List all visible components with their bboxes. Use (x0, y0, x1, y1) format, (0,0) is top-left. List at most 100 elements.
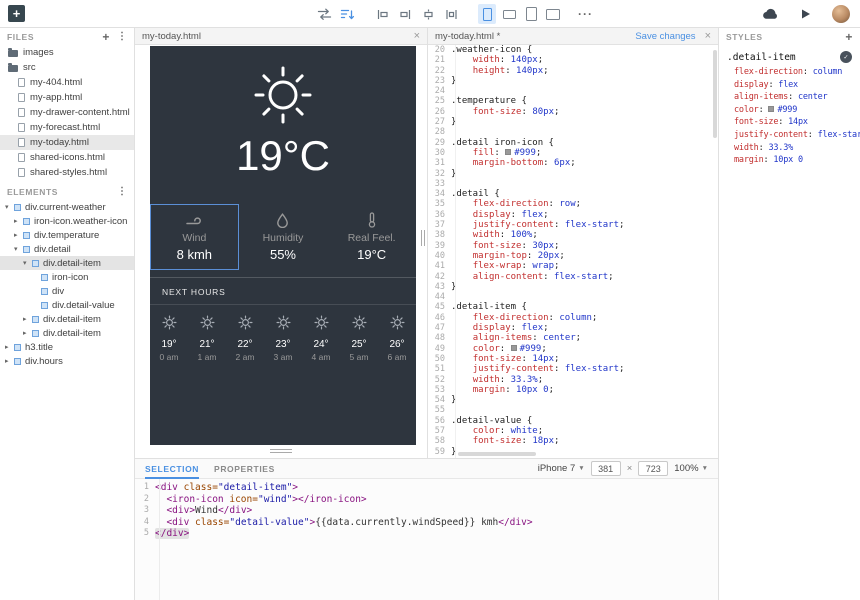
swap-elements-icon[interactable] (316, 4, 332, 24)
tab-properties[interactable]: PROPERTIES (214, 459, 275, 479)
code-line[interactable]: 3 <div>Wind</div> (135, 505, 718, 517)
style-property[interactable]: color: #999 (734, 104, 860, 117)
editor-tab-title[interactable]: my-today.html * (435, 31, 500, 42)
code-line[interactable]: 44 (428, 292, 718, 302)
viewport-height-input[interactable] (638, 461, 669, 476)
style-property[interactable]: width: 33.3% (734, 142, 860, 155)
code-line[interactable]: 37 justify-content: flex-start; (428, 220, 718, 230)
element-item[interactable]: div (0, 284, 134, 298)
code-line[interactable]: 36 display: flex; (428, 210, 718, 220)
style-selector-row[interactable]: .detail-item ✓ (719, 45, 860, 66)
elements-menu-icon[interactable]: ⋮ (117, 186, 127, 197)
save-changes-button[interactable]: Save changes (635, 31, 695, 42)
device-phone-portrait-icon[interactable] (478, 4, 496, 24)
code-line[interactable]: 45 .detail-item { (428, 302, 718, 312)
preview-detail-item[interactable]: Humidity 55% (239, 204, 328, 270)
preview-detail-item[interactable]: Wind 8 kmh (150, 204, 239, 270)
style-property[interactable]: align-items: center (734, 91, 860, 104)
element-item[interactable]: ▸ div.detail-item (0, 326, 134, 340)
css-editor[interactable]: 20 .weather-icon {21 width: 140px; 22 heig… (428, 45, 718, 458)
align-right-icon[interactable] (397, 4, 413, 24)
code-line[interactable]: 2 <iron-icon icon="wind"></iron-icon> (135, 494, 718, 506)
code-line[interactable]: 21 width: 140px; (428, 55, 718, 65)
element-item[interactable]: ▸ iron-icon.weather-icon (0, 214, 134, 228)
element-item[interactable]: ▸ div.detail-item (0, 312, 134, 326)
element-item[interactable]: ▾ div.current-weather (0, 200, 134, 214)
element-item[interactable]: ▸ h3.title (0, 340, 134, 354)
file-item[interactable]: my-app.html (0, 90, 134, 105)
reorder-icon[interactable] (339, 4, 355, 24)
cloud-sync-icon[interactable] (762, 4, 778, 24)
code-line[interactable]: 39 font-size: 30px; (428, 241, 718, 251)
code-line[interactable]: 35 flex-direction: row; (428, 199, 718, 209)
code-line[interactable]: 49 color: #999; (428, 344, 718, 354)
viewport-width-input[interactable] (590, 461, 621, 476)
style-property[interactable]: flex-direction: column (734, 66, 860, 79)
code-line[interactable]: 57 color: white; (428, 426, 718, 436)
code-line[interactable]: 29 .detail iron-icon { (428, 138, 718, 148)
code-line[interactable]: 53 margin: 10px 0; (428, 385, 718, 395)
element-item[interactable]: div.detail-value (0, 298, 134, 312)
style-property[interactable]: margin: 10px 0 (734, 154, 860, 167)
code-line[interactable]: 27} (428, 117, 718, 127)
style-property[interactable]: font-size: 14px (734, 116, 860, 129)
folder-item[interactable]: src (0, 60, 134, 75)
code-line[interactable]: 50 font-size: 14px; (428, 354, 718, 364)
device-select[interactable]: iPhone 7 ▼ (538, 463, 585, 474)
file-item[interactable]: my-today.html (0, 135, 134, 150)
code-line[interactable]: 4 <div class="detail-value">{{data.curre… (135, 517, 718, 529)
close-editor-icon[interactable]: × (705, 30, 711, 42)
code-line[interactable]: 1 <div class="detail-item"> (135, 482, 718, 494)
files-menu-icon[interactable]: ⋮ (117, 31, 127, 42)
code-line[interactable]: 48 align-items: center; (428, 333, 718, 343)
element-item[interactable]: ▾ div.detail-item (0, 256, 134, 270)
device-viewport[interactable]: 19°C Wind 8 kmh Humidity 55% Real Feel. 19°C … (150, 46, 416, 445)
device-tablet-portrait-icon[interactable] (522, 4, 540, 24)
code-line[interactable]: 58 font-size: 18px; (428, 436, 718, 446)
style-applied-check-icon[interactable]: ✓ (840, 51, 852, 63)
code-line[interactable]: 52 width: 33.3%; (428, 375, 718, 385)
code-line[interactable]: 30 fill: #999; (428, 148, 718, 158)
zoom-select[interactable]: 100% ▼ (674, 463, 708, 474)
more-options-icon[interactable]: ··· (578, 7, 593, 21)
code-line[interactable]: 20 .weather-icon { (428, 45, 718, 55)
device-phone-landscape-icon[interactable] (500, 4, 518, 24)
close-preview-icon[interactable]: × (414, 30, 420, 42)
code-line[interactable]: 34 .detail { (428, 189, 718, 199)
code-line[interactable]: 55 (428, 405, 718, 415)
file-item[interactable]: my-forecast.html (0, 120, 134, 135)
html-selection-editor[interactable]: 1 <div class="detail-item"> 2 <iron-icon i… (135, 479, 718, 600)
code-line[interactable]: 42 align-content: flex-start; (428, 272, 718, 282)
code-line[interactable]: 32} (428, 169, 718, 179)
code-line[interactable]: 33 (428, 179, 718, 189)
file-item[interactable]: my-drawer-content.html (0, 105, 134, 120)
tab-selection[interactable]: SELECTION (145, 459, 200, 479)
align-left-icon[interactable] (374, 4, 390, 24)
element-item[interactable]: ▾ div.detail (0, 242, 134, 256)
align-center-icon[interactable] (420, 4, 436, 24)
distribute-icon[interactable] (443, 4, 459, 24)
code-line[interactable]: 28 (428, 127, 718, 137)
file-item[interactable]: my-404.html (0, 75, 134, 90)
folder-item[interactable]: images (0, 45, 134, 60)
element-item[interactable]: ▸ div.hours (0, 354, 134, 368)
code-line[interactable]: 47 display: flex; (428, 323, 718, 333)
code-line[interactable]: 56 .detail-value { (428, 416, 718, 426)
style-property[interactable]: justify-content: flex-start (734, 129, 860, 142)
element-item[interactable]: iron-icon (0, 270, 134, 284)
code-line[interactable]: 5 </div> (135, 528, 718, 540)
code-line[interactable]: 46 flex-direction: column; (428, 313, 718, 323)
code-line[interactable]: 41 flex-wrap: wrap; (428, 261, 718, 271)
code-line[interactable]: 23} (428, 76, 718, 86)
code-line[interactable]: 31 margin-bottom: 6px; (428, 158, 718, 168)
file-item[interactable]: shared-icons.html (0, 150, 134, 165)
code-line[interactable]: 26 font-size: 80px; (428, 107, 718, 117)
element-item[interactable]: ▸ div.temperature (0, 228, 134, 242)
code-line[interactable]: 54} (428, 395, 718, 405)
code-line[interactable]: 51 justify-content: flex-start; (428, 364, 718, 374)
run-preview-icon[interactable] (797, 4, 813, 24)
code-line[interactable]: 24 (428, 86, 718, 96)
user-avatar[interactable] (832, 5, 850, 23)
code-line[interactable]: 25 .temperature { (428, 96, 718, 106)
add-style-icon[interactable]: + (845, 31, 853, 43)
